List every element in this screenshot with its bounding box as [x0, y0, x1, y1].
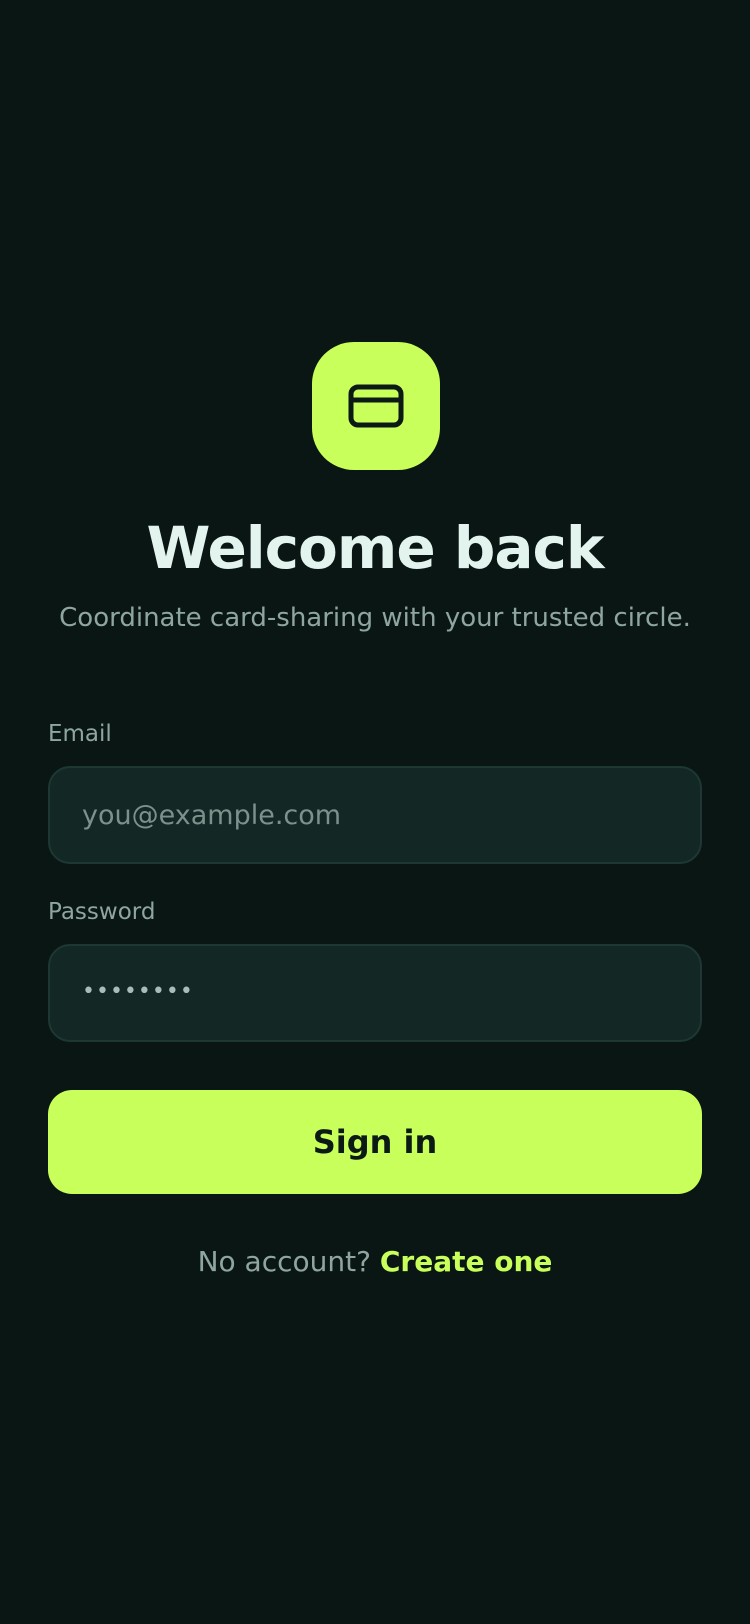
page-subtitle: Coordinate card-sharing with your truste…: [59, 603, 691, 633]
sign-in-button[interactable]: Sign in: [48, 1090, 702, 1194]
page-title: Welcome back: [146, 514, 605, 582]
sign-in-screen: Welcome back Coordinate card-sharing wit…: [0, 0, 750, 1624]
signup-prompt: No account? Create one: [0, 1242, 750, 1282]
app-logo: [312, 342, 440, 470]
email-field[interactable]: [48, 766, 702, 864]
password-label: Password: [48, 899, 156, 925]
password-field[interactable]: [48, 944, 702, 1042]
credit-card-icon: [348, 384, 404, 428]
create-account-link[interactable]: Create one: [380, 1245, 553, 1278]
no-account-text: No account?: [197, 1245, 380, 1278]
email-label: Email: [48, 721, 112, 747]
